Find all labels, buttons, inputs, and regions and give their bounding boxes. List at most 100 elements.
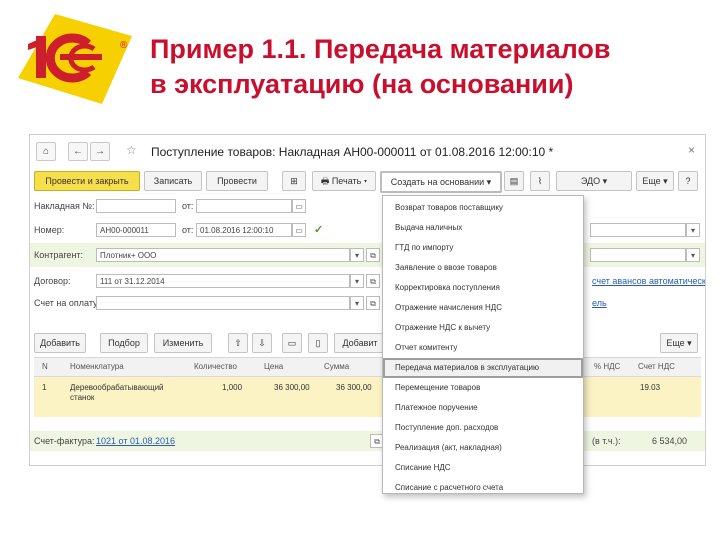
invoice-label: Счет-фактура: <box>34 436 95 446</box>
dropdown-arrow-icon[interactable]: ▾ <box>350 296 364 310</box>
menu-item[interactable]: Заявление о ввозе товаров <box>383 258 583 278</box>
home-icon[interactable]: ⌂ <box>36 142 56 161</box>
invoice-link[interactable]: 1021 от 01.08.2016 <box>96 436 175 446</box>
document-toolbar: Провести и закрыть Записать Провести ⊞ 🖶… <box>30 171 705 193</box>
post-button[interactable]: Провести <box>206 171 268 191</box>
copy-icon[interactable]: ▭ <box>282 333 302 353</box>
row-sum: 36 300,00 <box>336 383 372 392</box>
document-title: Поступление товаров: Накладная АН00-0000… <box>151 145 554 159</box>
row-vat-account: 19.03 <box>640 383 661 392</box>
counterparty-label: Контрагент: <box>34 250 84 260</box>
menu-item[interactable]: Отражение начисления НДС <box>383 298 583 318</box>
menu-item[interactable]: Платежное поручение <box>383 398 583 418</box>
close-icon[interactable]: × <box>688 143 695 157</box>
column-header[interactable]: Цена <box>264 362 283 371</box>
report-icon[interactable]: ▤ <box>504 171 524 191</box>
number-label: Номер: <box>34 225 65 235</box>
save-button[interactable]: Записать <box>144 171 202 191</box>
menu-item[interactable]: Корректировка поступления <box>383 278 583 298</box>
help-button[interactable]: ? <box>678 171 698 191</box>
table-header: N Номенклатура Количество Цена Сумма % Н… <box>34 357 701 377</box>
calendar-icon[interactable]: ▭ <box>292 223 306 237</box>
open-icon[interactable]: ⧉ <box>366 296 380 310</box>
menu-item[interactable]: Перемещение товаров <box>383 378 583 398</box>
dropdown-arrow-icon[interactable]: ▾ <box>350 274 364 288</box>
move-up-icon[interactable]: ⇧ <box>228 333 248 353</box>
add-barcode-button[interactable]: Добавит <box>334 333 386 353</box>
invoice-date-input[interactable] <box>196 199 292 213</box>
menu-item[interactable]: Реализация (акт, накладная) <box>383 438 583 458</box>
favorite-star-icon[interactable]: ☆ <box>126 143 137 157</box>
column-header[interactable]: Номенклатура <box>70 362 124 371</box>
window-titlebar: ⌂ ← → ☆ Поступление товаров: Накладная А… <box>30 135 705 165</box>
document-window: ⌂ ← → ☆ Поступление товаров: Накладная А… <box>29 134 706 466</box>
column-header[interactable]: Количество <box>194 362 237 371</box>
menu-item[interactable]: Списание НДС <box>383 458 583 478</box>
attachment-icon[interactable]: ⌇ <box>530 171 550 191</box>
contract-input[interactable]: 111 от 31.12.2014 <box>96 274 350 288</box>
structure-icon[interactable]: ⊞ <box>282 171 306 191</box>
registered-mark: ® <box>120 40 128 51</box>
number-input[interactable]: АН00-000011 <box>96 223 176 237</box>
change-button[interactable]: Изменить <box>154 333 212 353</box>
dropdown-arrow-icon[interactable]: ▾ <box>686 248 700 262</box>
check-icon: ✓ <box>314 224 324 236</box>
table-footer: Счет-фактура: 1021 от 01.08.2016 ⧉ (в т.… <box>30 431 705 451</box>
dropdown-arrow-icon[interactable]: ▾ <box>686 223 700 237</box>
table-row[interactable]: 1 Деревообрабатывающий станок 1,000 36 3… <box>34 377 701 417</box>
table-command-bar: Добавить Подбор Изменить ⇧ ⇩ ▭ ▯ Добавит… <box>30 333 705 355</box>
organization-input[interactable] <box>590 248 686 262</box>
print-button[interactable]: 🖶 Печать ▾ <box>312 171 376 191</box>
row-quantity: 1,000 <box>222 383 243 392</box>
menu-item[interactable]: Поступление доп. расходов <box>383 418 583 438</box>
dropdown-arrow-icon[interactable]: ▾ <box>350 248 364 262</box>
menu-item[interactable]: Отчет комитенту <box>383 338 583 358</box>
bill-input[interactable] <box>96 296 350 310</box>
row-number: 1 <box>42 383 47 392</box>
row-item-name: Деревообрабатывающий <box>70 383 164 392</box>
create-based-on-menu: Возврат товаров поставщику Выдача наличн… <box>382 195 584 494</box>
invoice-date-label: от: <box>182 201 194 211</box>
more-button[interactable]: Еще ▾ <box>636 171 674 191</box>
calendar-icon[interactable]: ▭ <box>292 199 306 213</box>
table-more-label: Еще <box>666 338 685 348</box>
date-input[interactable]: 01.08.2016 12:00:10 <box>196 223 292 237</box>
row-item-name-cont: станок <box>70 393 95 402</box>
menu-item[interactable]: Отражение НДС к вычету <box>383 318 583 338</box>
row-price: 36 300,00 <box>274 383 310 392</box>
menu-item[interactable]: Выдача наличных <box>383 218 583 238</box>
1c-logo: ® <box>18 14 132 104</box>
paste-icon[interactable]: ▯ <box>308 333 328 353</box>
forward-arrow-icon[interactable]: → <box>90 142 110 161</box>
column-header[interactable]: Сумма <box>324 362 349 371</box>
counterparty-input[interactable]: Плотник+ ООО <box>96 248 350 262</box>
vat-advance-link[interactable]: счет авансов автоматически <box>592 276 705 286</box>
post-and-close-button[interactable]: Провести и закрыть <box>34 171 140 191</box>
settings-link[interactable]: ель <box>592 298 607 308</box>
print-label: Печать <box>331 176 362 186</box>
invoice-number-input[interactable] <box>96 199 176 213</box>
menu-item[interactable]: Списание с расчетного счета <box>383 478 583 493</box>
bill-label: Счет на оплату: <box>34 298 101 308</box>
column-header[interactable]: N <box>42 362 48 371</box>
menu-item-selected[interactable]: Передача материалов в эксплуатацию <box>383 358 583 378</box>
menu-item[interactable]: ГТД по импорту <box>383 238 583 258</box>
move-down-icon[interactable]: ⇩ <box>252 333 272 353</box>
back-arrow-icon[interactable]: ← <box>68 142 88 161</box>
menu-item[interactable]: Возврат товаров поставщику <box>383 198 583 218</box>
open-icon[interactable]: ⧉ <box>366 274 380 288</box>
warehouse-input[interactable] <box>590 223 686 237</box>
column-header[interactable]: Счет НДС <box>638 362 675 371</box>
slide-title: Пример 1.1. Передача материалов в эксплу… <box>150 32 710 102</box>
table-more-button[interactable]: Еще ▾ <box>660 333 698 353</box>
create-based-on-button[interactable]: Создать на основании ▾ <box>380 171 502 193</box>
edo-label: ЭДО <box>580 176 601 186</box>
edo-button[interactable]: ЭДО ▾ <box>556 171 632 191</box>
slide-title-line2: в эксплуатацию (на основании) <box>150 69 574 99</box>
pick-button[interactable]: Подбор <box>100 333 148 353</box>
slide-title-line1: Пример 1.1. Передача материалов <box>150 34 611 64</box>
column-header[interactable]: % НДС <box>594 362 620 371</box>
open-icon[interactable]: ⧉ <box>366 248 380 262</box>
add-row-button[interactable]: Добавить <box>34 333 86 353</box>
create-based-on-label: Создать на основании <box>390 177 485 187</box>
